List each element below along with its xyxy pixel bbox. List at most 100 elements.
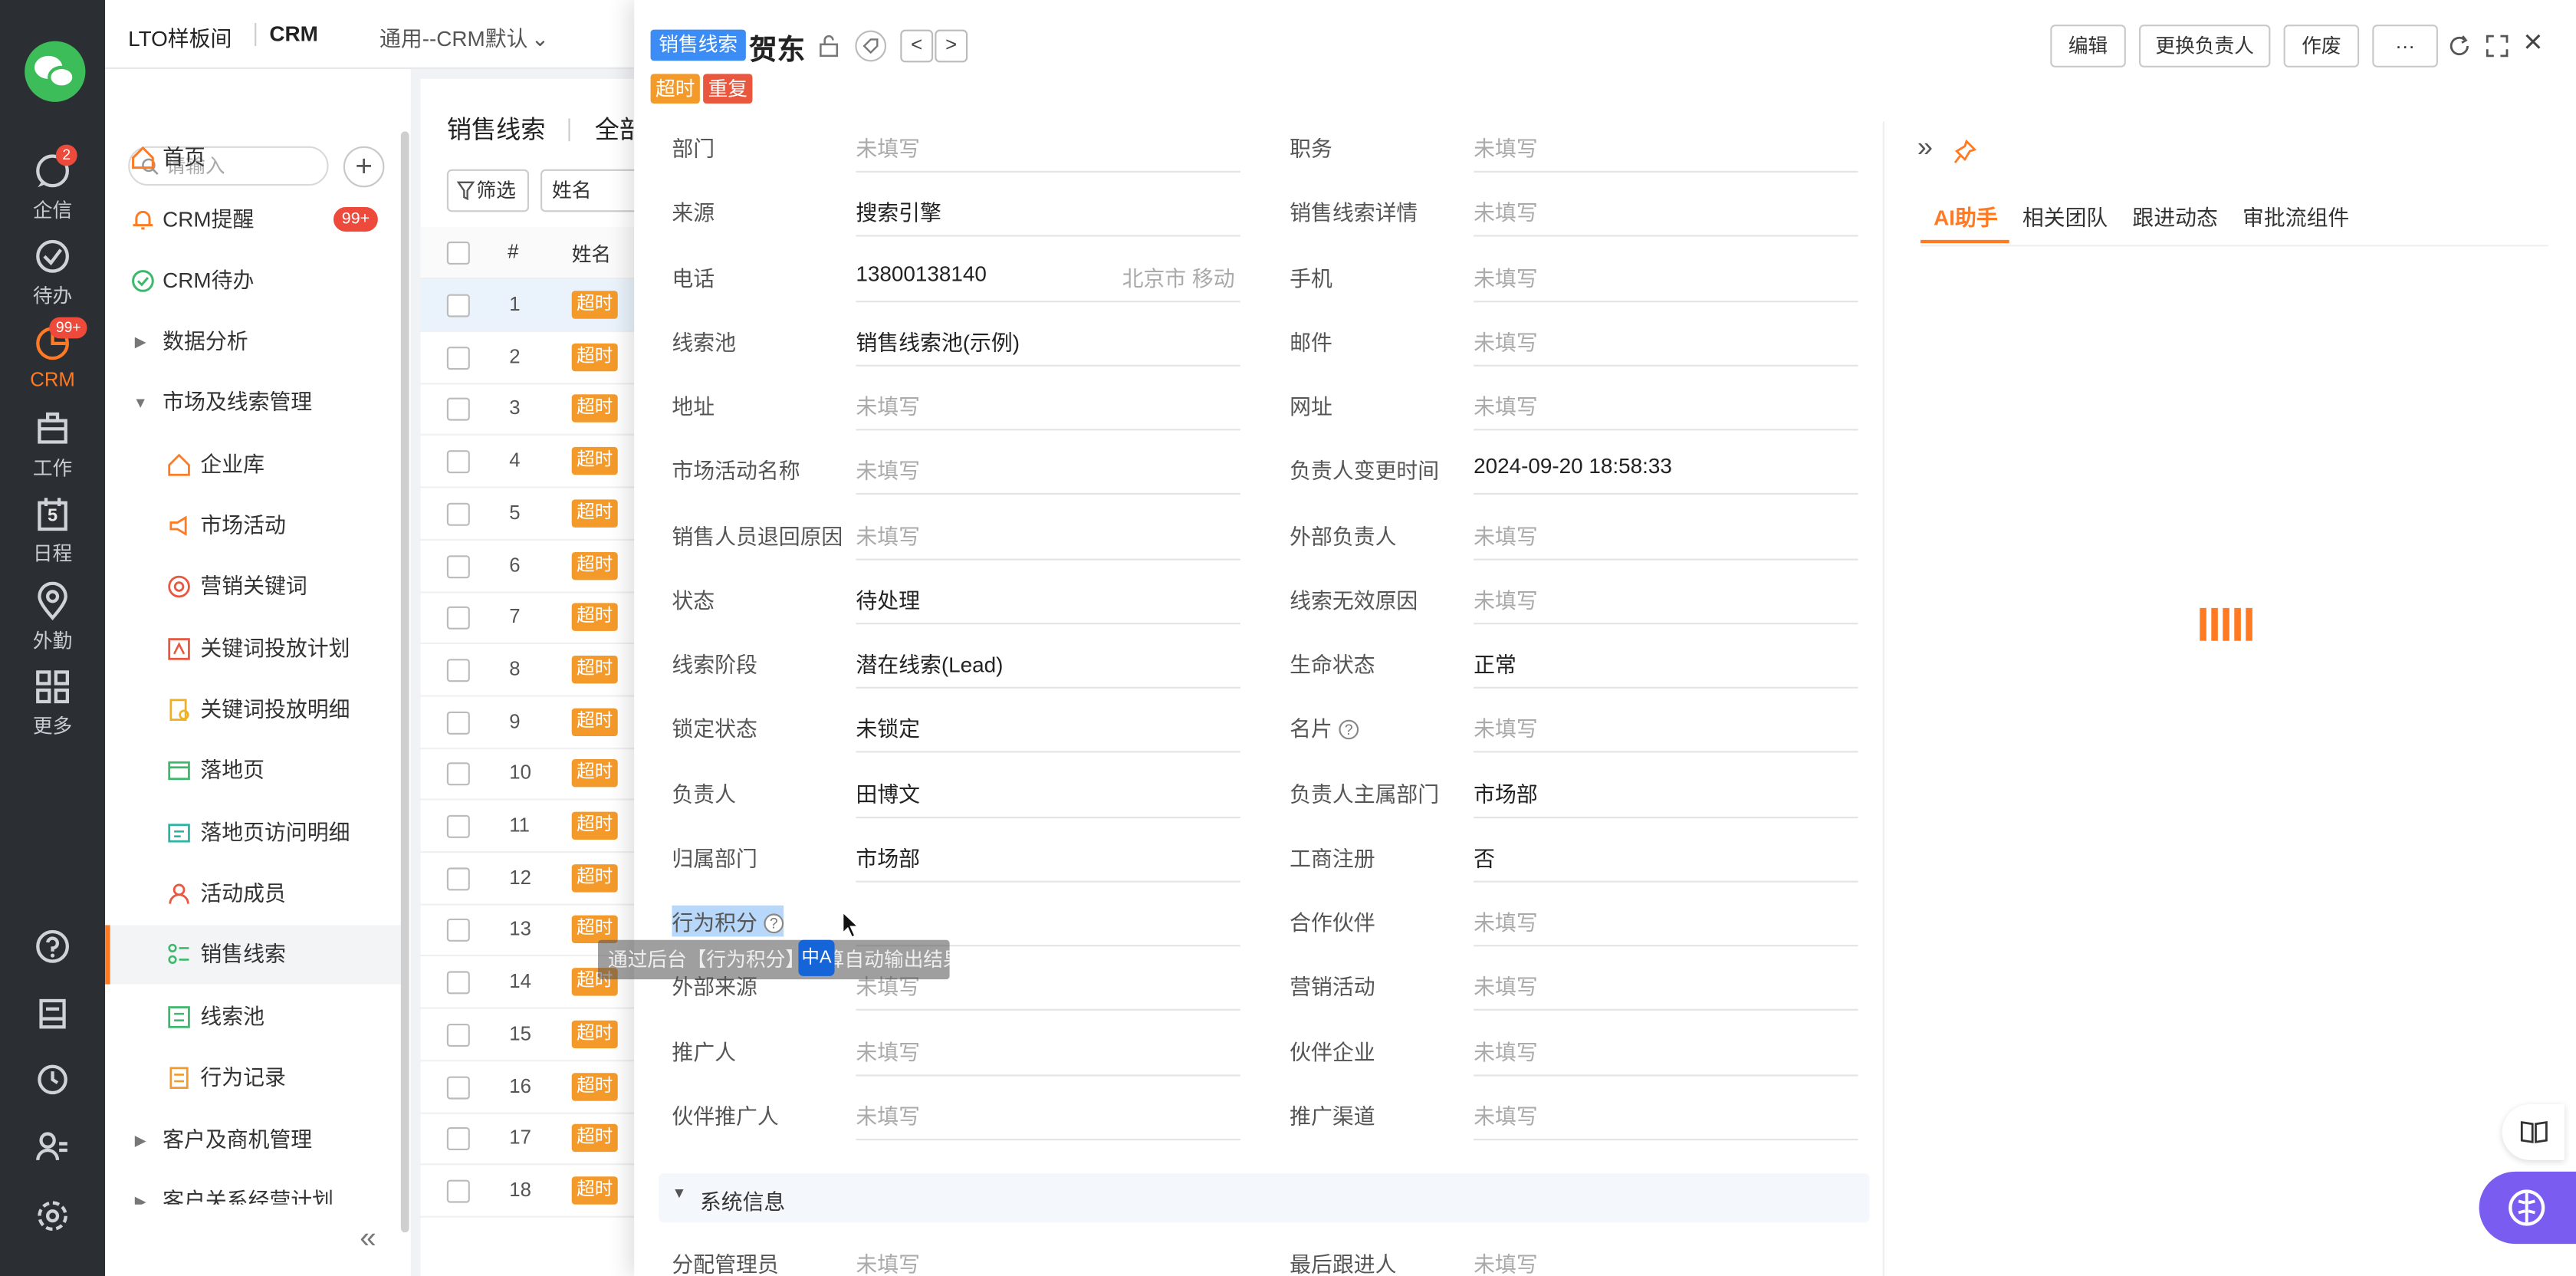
column-name[interactable]: 姓名 <box>572 240 611 268</box>
row-checkbox[interactable] <box>446 554 470 578</box>
field-value[interactable]: 否 <box>1474 841 1495 873</box>
docs-float-button[interactable] <box>2502 1104 2564 1160</box>
field-value[interactable]: 未填写 <box>1474 390 1538 421</box>
field-value[interactable]: 待处理 <box>856 583 920 614</box>
table-row[interactable]: 2 超时 <box>420 331 651 384</box>
field-value[interactable]: 未填写 <box>1474 1247 1538 1276</box>
field-value[interactable]: 未锁定 <box>856 712 920 743</box>
field-value[interactable]: 未填写 <box>856 390 920 421</box>
menu-item-lead-pool[interactable]: 线索池 <box>105 988 404 1047</box>
menu-item-crm-todo[interactable]: CRM待办 <box>105 252 404 311</box>
table-row[interactable]: 5 超时 <box>420 488 651 541</box>
field-value[interactable]: 未填写 <box>856 1099 920 1130</box>
menu-item-marketing-keywords[interactable]: 营销关键词 <box>105 557 404 616</box>
field-value[interactable]: 未填写 <box>1474 970 1538 1001</box>
row-checkbox[interactable] <box>446 607 470 630</box>
pin-icon[interactable] <box>1953 140 1976 164</box>
field-value[interactable]: 未填写 <box>1474 1034 1538 1066</box>
menu-item-landing-visits[interactable]: 落地页访问明细 <box>105 804 404 863</box>
field-value[interactable]: 未填写 <box>856 1034 920 1066</box>
table-row[interactable]: 1 超时 <box>420 279 651 332</box>
field-value[interactable]: 未填写 <box>856 518 920 550</box>
row-checkbox[interactable] <box>446 1179 470 1203</box>
field-value[interactable]: 未填写 <box>856 1247 920 1276</box>
menu-item-company-library[interactable]: 企业库 <box>105 436 404 495</box>
field-value[interactable]: 未填写 <box>1474 583 1538 614</box>
menu-item-home[interactable]: 首页 <box>105 128 404 187</box>
menu-item-crm-reminder[interactable]: CRM提醒 99+ <box>105 191 404 250</box>
more-button[interactable]: ··· <box>2372 25 2438 67</box>
menu-item-activity-members[interactable]: 活动成员 <box>105 864 404 923</box>
tab-ai-assistant[interactable]: AI助手 <box>1934 200 1998 232</box>
tab-approval-flow[interactable]: 审批流组件 <box>2242 200 2349 232</box>
field-value[interactable]: 未填写 <box>1474 906 1538 937</box>
rail-item-work[interactable]: 工作 <box>0 403 105 488</box>
table-row[interactable]: 8 超时 <box>420 644 651 697</box>
notebook-icon[interactable] <box>34 996 71 1032</box>
table-row[interactable]: 9 超时 <box>420 696 651 749</box>
change-owner-button[interactable]: 更换负责人 <box>2139 25 2271 67</box>
row-checkbox[interactable] <box>446 502 470 526</box>
view-selector[interactable]: 通用--CRM默认 ⌄ <box>380 21 549 53</box>
table-row[interactable]: 10 超时 <box>420 748 651 801</box>
rail-item-messages[interactable]: 2 企信 <box>0 144 105 230</box>
field-value[interactable]: 未填写 <box>1474 131 1538 163</box>
menu-item-market-leads[interactable]: ▼ 市场及线索管理 <box>105 373 404 432</box>
ai-assistant-fab[interactable] <box>2479 1171 2576 1245</box>
field-value[interactable]: 正常 <box>1474 647 1516 679</box>
field-value[interactable]: 市场部 <box>856 841 920 873</box>
menu-item-behavior-records[interactable]: 行为记录 <box>105 1048 404 1107</box>
row-checkbox[interactable] <box>446 1023 470 1047</box>
table-row[interactable]: 15 超时 <box>420 1008 651 1061</box>
row-checkbox[interactable] <box>446 450 470 474</box>
table-row[interactable]: 7 超时 <box>420 592 651 645</box>
row-checkbox[interactable] <box>446 919 470 942</box>
fullscreen-icon[interactable] <box>2486 35 2509 58</box>
row-checkbox[interactable] <box>446 346 470 370</box>
field-value[interactable]: 未填写 <box>1474 325 1538 357</box>
field-value[interactable]: 未填写 <box>856 454 920 485</box>
rail-item-field[interactable]: 外勤 <box>0 575 105 660</box>
select-all-checkbox[interactable] <box>446 242 470 265</box>
row-checkbox[interactable] <box>446 398 470 422</box>
edit-button[interactable]: 编辑 <box>2050 25 2126 67</box>
field-value[interactable]: 未填写 <box>1474 261 1538 292</box>
field-value[interactable]: 田博文 <box>856 776 920 807</box>
table-row[interactable]: 16 超时 <box>420 1061 651 1113</box>
menu-scrollbar[interactable] <box>400 131 409 1233</box>
tab-related-team[interactable]: 相关团队 <box>2022 200 2108 232</box>
field-value[interactable]: 未填写 <box>856 131 920 163</box>
app-logo-icon[interactable] <box>25 41 86 102</box>
rail-item-more[interactable]: 更多 <box>0 660 105 745</box>
close-icon[interactable]: × <box>2523 25 2542 62</box>
company-name[interactable]: LTO样板间 <box>128 21 232 53</box>
field-value[interactable]: 13800138140 <box>856 261 986 285</box>
row-checkbox[interactable] <box>446 1075 470 1099</box>
menu-item-keyword-plan[interactable]: 关键词投放计划 <box>105 620 404 679</box>
field-value[interactable]: 搜索引擎 <box>856 196 941 228</box>
row-checkbox[interactable] <box>446 762 470 786</box>
table-row[interactable]: 18 超时 <box>420 1165 651 1218</box>
menu-item-landing-page[interactable]: 落地页 <box>105 741 404 800</box>
row-checkbox[interactable] <box>446 1127 470 1151</box>
menu-item-sales-leads[interactable]: 销售线索 <box>105 925 401 985</box>
clock-icon[interactable] <box>34 1061 71 1097</box>
menu-item-customer-opportunity[interactable]: ▶ 客户及商机管理 <box>105 1111 404 1170</box>
tag-icon[interactable] <box>854 30 887 63</box>
refresh-icon[interactable] <box>2448 35 2471 58</box>
filter-button[interactable]: 筛选 <box>446 169 529 212</box>
table-row[interactable]: 3 超时 <box>420 383 651 436</box>
field-value[interactable]: 未填写 <box>1474 196 1538 228</box>
collapse-menu-icon[interactable]: « <box>360 1221 376 1255</box>
settings-gear-icon[interactable] <box>34 1198 71 1234</box>
table-row[interactable]: 17 超时 <box>420 1113 651 1166</box>
field-value[interactable]: 市场部 <box>1474 776 1538 807</box>
help-circle-icon[interactable]: ? <box>1339 720 1359 740</box>
tab-follow-updates[interactable]: 跟进动态 <box>2132 200 2217 232</box>
rail-item-todo[interactable]: 待办 <box>0 230 105 315</box>
prev-record-button[interactable]: < <box>900 29 934 63</box>
menu-item-relationship-plan[interactable]: ▶ 客户关系经营计划 <box>105 1172 404 1204</box>
table-row[interactable]: 4 超时 <box>420 436 651 488</box>
menu-item-marketing-activity[interactable]: 市场活动 <box>105 496 404 555</box>
system-info-section[interactable]: ▼ 系统信息 <box>659 1173 1870 1223</box>
